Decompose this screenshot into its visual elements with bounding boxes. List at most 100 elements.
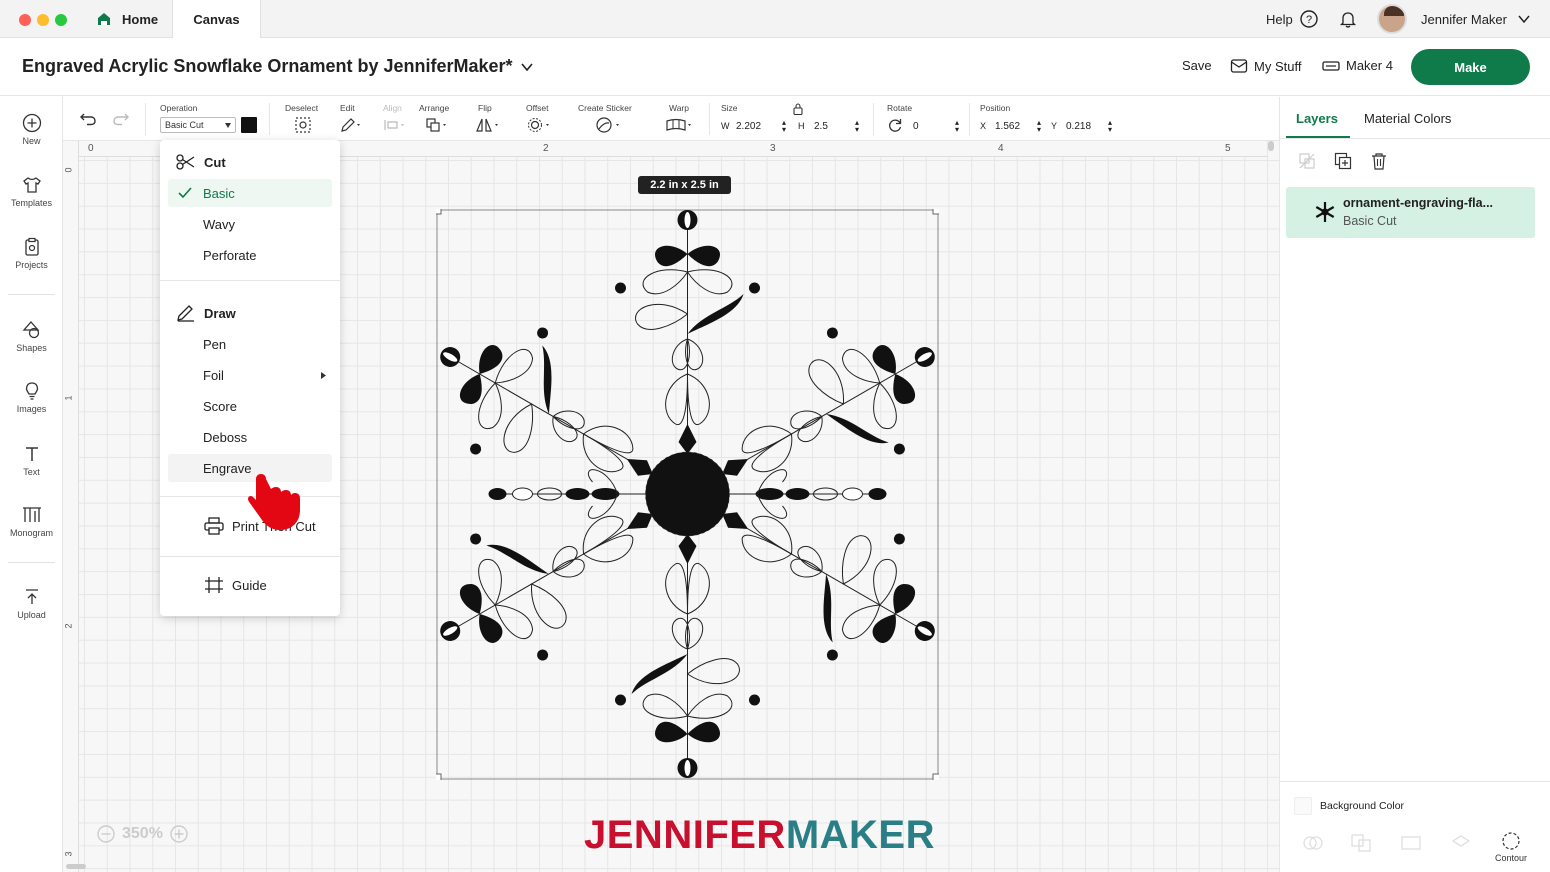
- menu-item-label: Engrave: [203, 460, 252, 476]
- menu-item-basic[interactable]: Basic: [168, 179, 332, 207]
- menu-item-label: Deboss: [203, 429, 248, 445]
- save-button[interactable]: Save: [1182, 58, 1212, 73]
- sidebar-item-projects[interactable]: Projects: [0, 237, 63, 270]
- menu-header-cut: Cut: [168, 148, 332, 176]
- sidebar-item-new[interactable]: New: [0, 113, 63, 146]
- deselect-tool[interactable]: Deselect: [284, 97, 326, 141]
- flip-icon: [476, 118, 498, 132]
- my-stuff-label: My Stuff: [1254, 58, 1302, 74]
- tab-layers[interactable]: Layers: [1296, 97, 1338, 139]
- width-input[interactable]: 2.202 ▴ ▾: [736, 118, 786, 134]
- maximize-window-button[interactable]: [55, 14, 67, 26]
- help-button[interactable]: Help ?: [1266, 0, 1319, 38]
- make-button[interactable]: Make: [1411, 49, 1530, 85]
- redo-icon[interactable]: [112, 111, 130, 127]
- zoom-out-icon[interactable]: [96, 824, 116, 844]
- tab-material-colors[interactable]: Material Colors: [1364, 97, 1451, 139]
- sidebar-item-text[interactable]: Text: [0, 444, 63, 477]
- sidebar-item-images[interactable]: Images: [0, 381, 63, 414]
- chevron-down-icon: [1518, 15, 1530, 24]
- minimize-window-button[interactable]: [37, 14, 49, 26]
- make-label: Make: [1454, 59, 1487, 75]
- text-icon: [25, 447, 38, 461]
- zoom-in-icon[interactable]: [169, 824, 189, 844]
- edit-toolbar: Operation Basic Cut Deselect Edit Align …: [63, 97, 1279, 141]
- height-input[interactable]: 2.5 ▴ ▾: [814, 118, 859, 134]
- menu-divider: [160, 280, 340, 281]
- zoom-control[interactable]: 350%: [96, 824, 189, 844]
- user-name: Jennifer Maker: [1421, 11, 1507, 27]
- slice-icon: [1303, 836, 1323, 850]
- horizontal-scrollbar[interactable]: [66, 864, 86, 869]
- tab-home[interactable]: Home: [90, 0, 170, 38]
- duplicate-icon[interactable]: [1334, 152, 1352, 170]
- menu-item-wavy[interactable]: Wavy: [168, 210, 332, 238]
- ruler-tick-label: 1: [63, 395, 74, 401]
- undo-icon[interactable]: [79, 111, 97, 127]
- caret-down-icon: [225, 123, 231, 128]
- menu-item-pen[interactable]: Pen: [168, 330, 332, 358]
- close-window-button[interactable]: [19, 14, 31, 26]
- vertical-scrollbar[interactable]: [1268, 141, 1274, 151]
- user-menu[interactable]: Jennifer Maker: [1377, 0, 1531, 38]
- upload-icon: [25, 589, 38, 604]
- warp-tool[interactable]: Warp: [665, 97, 699, 141]
- toolbar-divider: [709, 103, 710, 135]
- machine-button[interactable]: Maker 4: [1322, 58, 1393, 73]
- title-bar: Home Canvas Help ? Jennifer Maker: [0, 0, 1550, 38]
- arrange-tool[interactable]: Arrange: [419, 97, 457, 141]
- x-label: X: [980, 121, 987, 131]
- sidebar-item-templates[interactable]: Templates: [0, 175, 63, 208]
- menu-header-label: Draw: [204, 305, 236, 321]
- project-title-button[interactable]: Engraved Acrylic Snowflake Ornament by J…: [22, 56, 535, 77]
- offset-tool[interactable]: Offset: [526, 97, 556, 141]
- menu-item-label: Foil: [203, 367, 224, 383]
- sidebar-divider: [8, 294, 55, 295]
- ruler-tick-label: 4: [998, 143, 1004, 154]
- rotate-input[interactable]: 0 ▴ ▾: [913, 118, 959, 134]
- contour-button[interactable]: Contour: [1486, 831, 1536, 863]
- operation-dropdown-menu: Cut Basic Wavy Perforate Draw Pen Foil S…: [160, 140, 340, 616]
- warp-icon: [666, 118, 691, 131]
- pen-icon: [177, 305, 194, 322]
- tab-home-label: Home: [122, 11, 159, 27]
- color-swatch[interactable]: [241, 117, 257, 133]
- flip-tool[interactable]: Flip: [475, 97, 505, 141]
- rotate-icon[interactable]: [887, 117, 903, 133]
- my-stuff-button[interactable]: My Stuff: [1230, 58, 1301, 74]
- rotate-label: Rotate: [887, 103, 913, 113]
- watermark-part2: MAKER: [785, 813, 935, 857]
- selected-design[interactable]: [436, 209, 939, 780]
- pencil-icon: [341, 118, 360, 132]
- layer-row[interactable]: ornament-engraving-fla... Basic Cut: [1286, 187, 1535, 238]
- watermark-part1: JENNIFER: [584, 813, 786, 857]
- sidebar-item-monogram[interactable]: Monogram: [0, 505, 63, 538]
- background-color-row[interactable]: Background Color: [1294, 797, 1404, 815]
- sidebar-item-shapes[interactable]: Shapes: [0, 320, 63, 353]
- flatten-icon: [1451, 835, 1471, 847]
- menu-item-label: Basic: [203, 185, 235, 201]
- sidebar-item-upload[interactable]: Upload: [0, 587, 63, 620]
- bell-icon: [1339, 12, 1357, 28]
- background-color-label: Background Color: [1320, 800, 1405, 812]
- toolbar-divider: [969, 103, 970, 135]
- menu-item-guide[interactable]: Guide: [168, 571, 332, 599]
- menu-item-label: Pen: [203, 336, 227, 352]
- menu-item-perforate[interactable]: Perforate: [168, 241, 332, 269]
- ruler-tick-label: 2: [63, 623, 74, 629]
- menu-item-deboss[interactable]: Deboss: [168, 423, 332, 451]
- toolbar-divider: [145, 103, 146, 135]
- lock-icon[interactable]: [793, 103, 803, 115]
- menu-item-foil[interactable]: Foil: [168, 361, 332, 389]
- trash-icon[interactable]: [1370, 152, 1388, 170]
- menu-item-score[interactable]: Score: [168, 392, 332, 420]
- home-icon: [98, 13, 110, 25]
- create-sticker-tool[interactable]: Create Sticker: [578, 97, 640, 141]
- y-label: Y: [1051, 121, 1058, 131]
- edit-tool[interactable]: Edit: [339, 97, 369, 141]
- operation-select[interactable]: Basic Cut: [160, 117, 236, 133]
- x-input[interactable]: 1.562 ▴ ▾: [995, 118, 1041, 134]
- y-input[interactable]: 0.218 ▴ ▾: [1066, 118, 1112, 134]
- tab-canvas[interactable]: Canvas: [172, 0, 261, 38]
- notifications-button[interactable]: [1339, 0, 1357, 38]
